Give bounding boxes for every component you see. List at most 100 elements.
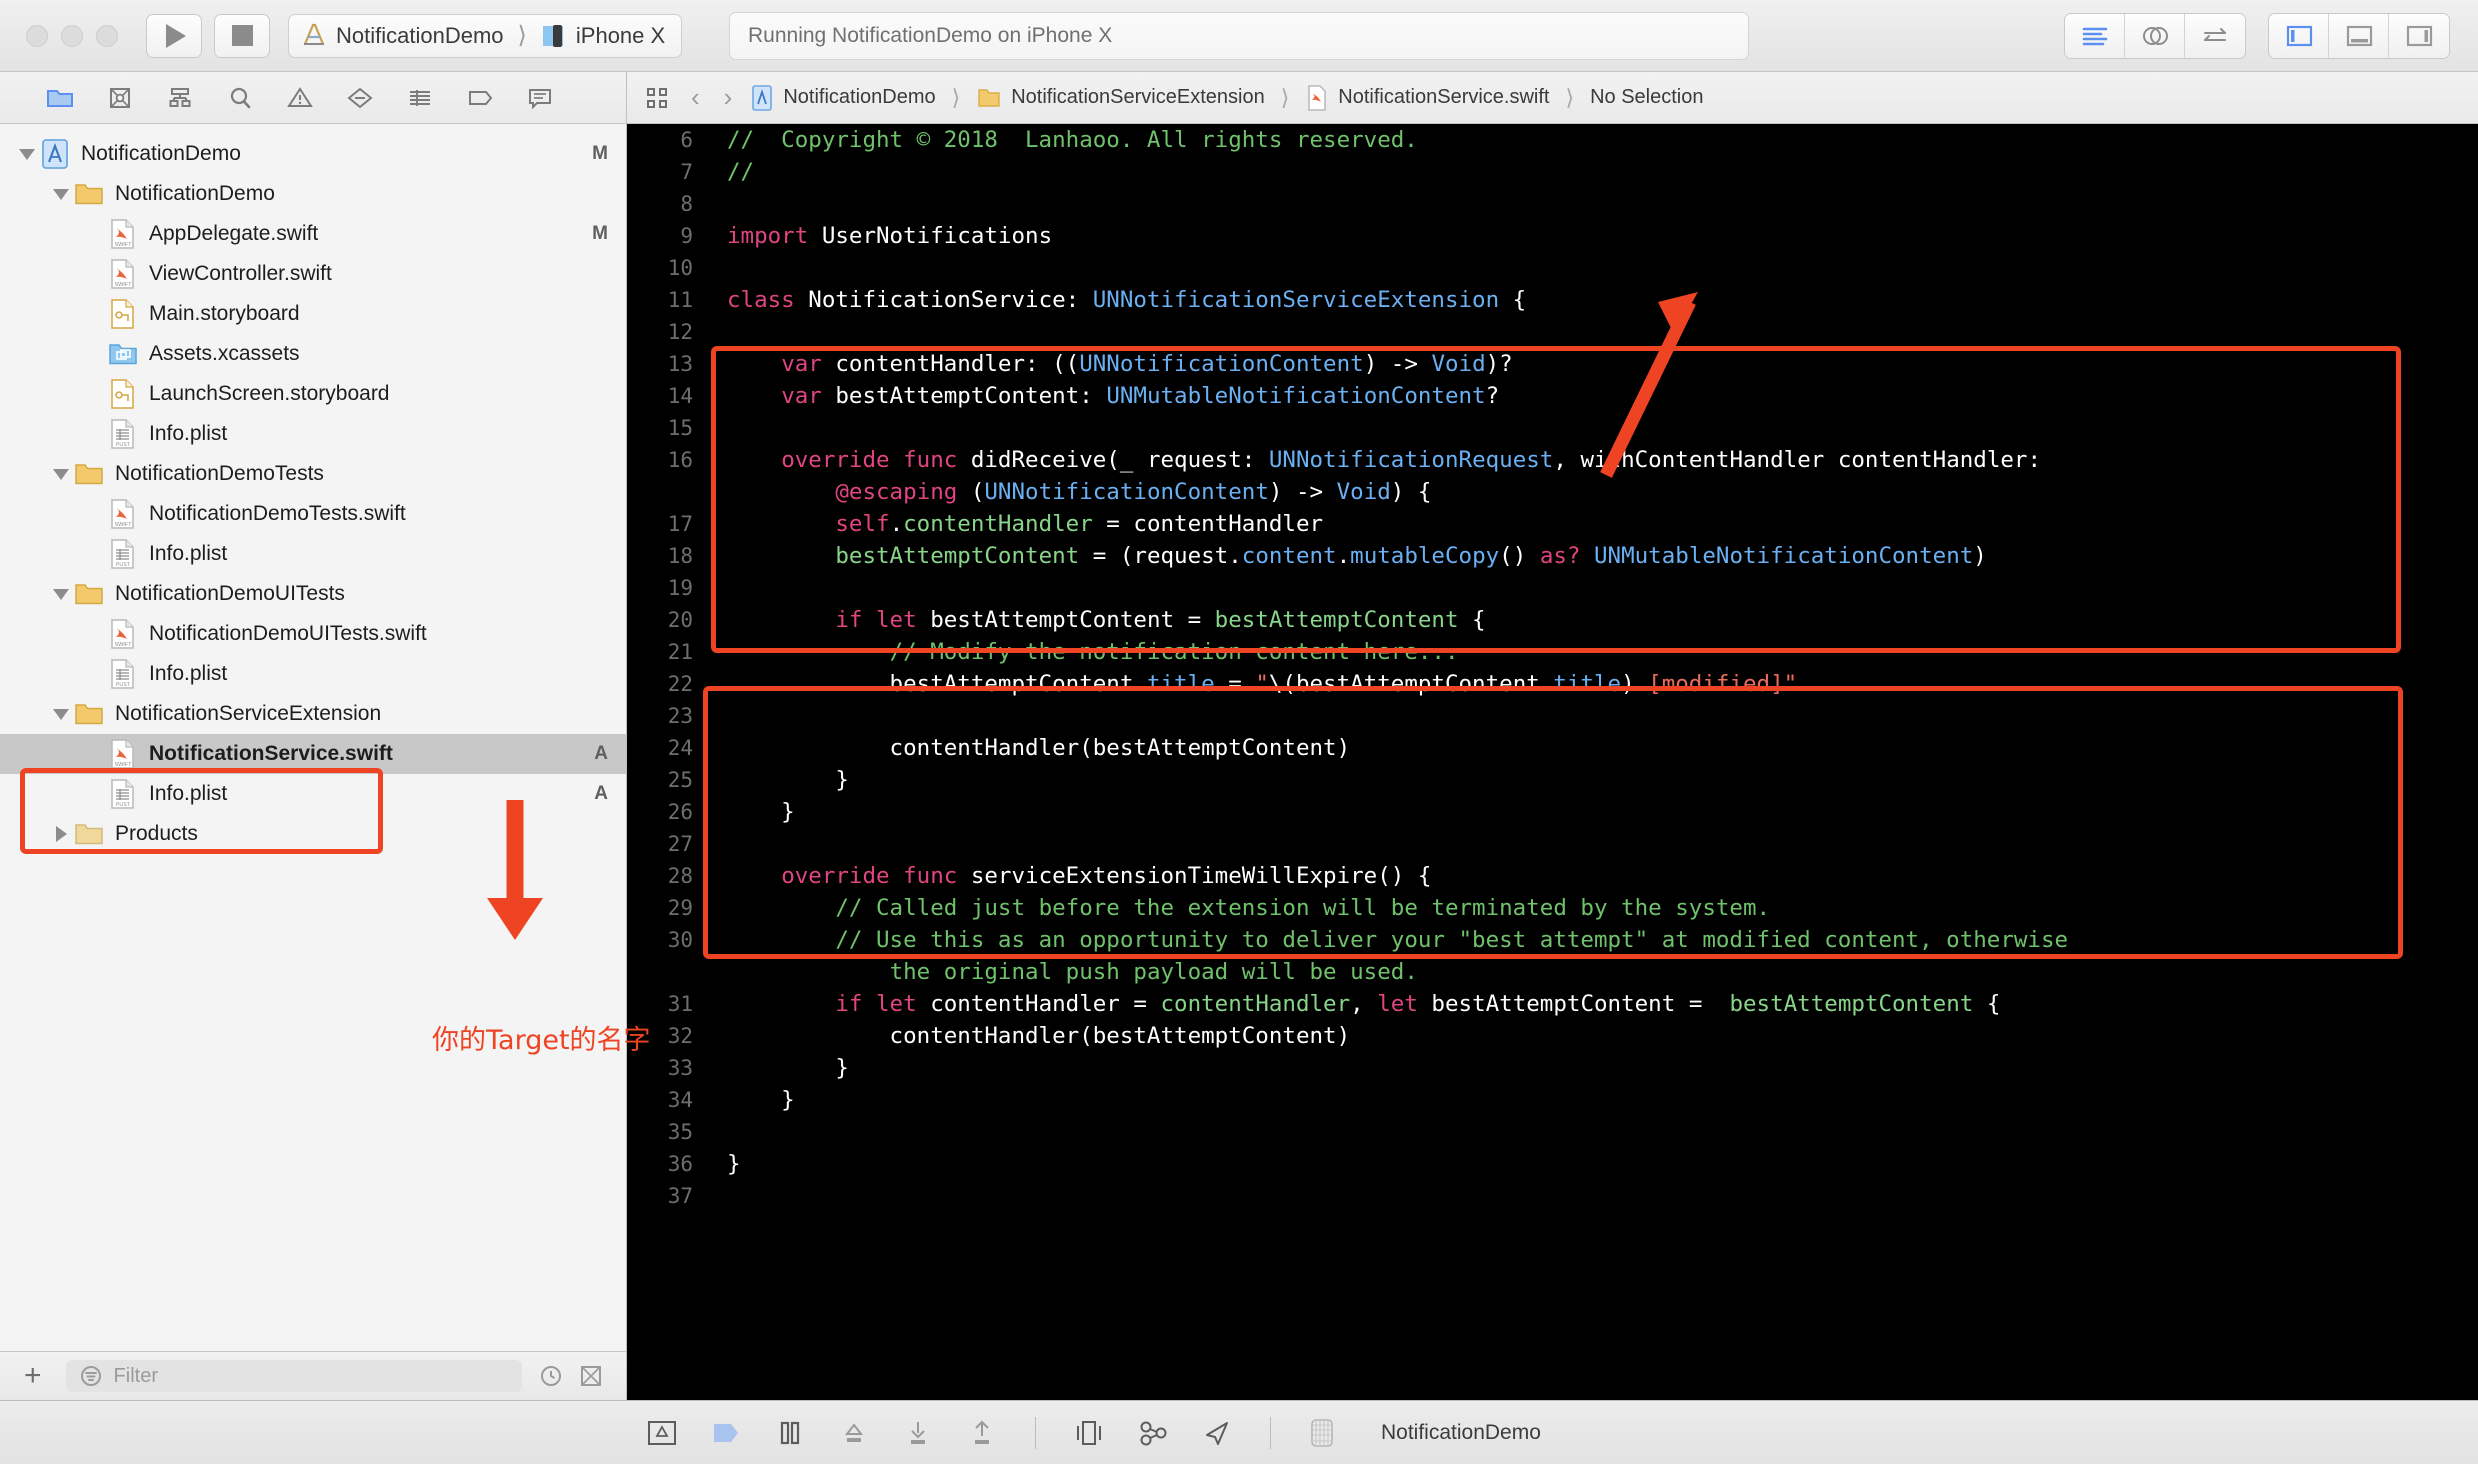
editor-panel: ‹ › NotificationDemo ⟩ NotificationServi…: [627, 72, 2478, 1400]
disclosure-triangle-closed[interactable]: [48, 826, 74, 842]
code-line-text[interactable]: import UserNotifications: [715, 223, 1052, 249]
svg-text:SWIFT: SWIFT: [114, 522, 132, 528]
continue-icon[interactable]: [709, 1418, 743, 1448]
hide-debug-area-icon[interactable]: [645, 1418, 679, 1448]
view-hierarchy-icon[interactable]: [1072, 1418, 1106, 1448]
step-into-icon[interactable]: [901, 1418, 935, 1448]
source-code-editor[interactable]: 6 // Copyright © 2018 Lanhaoo. All rights…: [627, 124, 2478, 1400]
code-line-text[interactable]: @escaping (UNNotificationContent) -> Voi…: [715, 479, 1431, 505]
code-token: //: [727, 159, 755, 185]
code-line-text[interactable]: }: [715, 1087, 795, 1113]
code-line-text[interactable]: the original push payload will be used.: [715, 959, 1418, 985]
line-number: 30: [667, 928, 693, 952]
tree-row[interactable]: Products: [0, 814, 626, 854]
step-out-icon[interactable]: [965, 1418, 999, 1448]
code-line: 27: [627, 828, 2478, 860]
symbol-navigator-tab[interactable]: [150, 76, 210, 120]
code-line-text[interactable]: }: [715, 799, 795, 825]
navigate-back-button[interactable]: ‹: [685, 82, 706, 113]
tree-row[interactable]: SWIFT NotificationDemoTests.swift: [0, 494, 626, 534]
scheme-destination[interactable]: iPhone X: [541, 22, 665, 50]
code-line-text[interactable]: bestAttemptContent.title = "\(bestAttemp…: [715, 671, 1798, 697]
add-file-button[interactable]: +: [16, 1361, 50, 1391]
code-line-text[interactable]: if let bestAttemptContent = bestAttemptC…: [715, 607, 1485, 633]
tree-row[interactable]: NotificationDemo: [0, 174, 626, 214]
test-navigator-tab[interactable]: [330, 76, 390, 120]
related-items-icon[interactable]: [643, 84, 673, 112]
code-line-text[interactable]: }: [715, 1151, 741, 1177]
tree-row[interactable]: Assets.xcassets: [0, 334, 626, 374]
code-line-text[interactable]: override func didReceive(_ request: UNNo…: [715, 447, 2041, 473]
code-line-text[interactable]: // Modify the notification content here.…: [715, 639, 1459, 665]
version-editor-button[interactable]: [2185, 13, 2245, 58]
tree-row[interactable]: SWIFT NotificationService.swift A: [0, 734, 626, 774]
project-navigator-tab[interactable]: [30, 76, 90, 120]
tree-row[interactable]: NotificationDemoTests: [0, 454, 626, 494]
standard-editor-button[interactable]: [2065, 13, 2125, 58]
code-line-text[interactable]: var bestAttemptContent: UNMutableNotific…: [715, 383, 1499, 409]
code-line-text[interactable]: // Use this as an opportunity to deliver…: [715, 927, 2068, 953]
tree-row[interactable]: Main.storyboard: [0, 294, 626, 334]
tree-row[interactable]: SWIFT NotificationDemoUITests.swift: [0, 614, 626, 654]
source-control-navigator-tab[interactable]: [90, 76, 150, 120]
code-line-text[interactable]: contentHandler(bestAttemptContent): [715, 1023, 1351, 1049]
code-line-text[interactable]: }: [715, 767, 849, 793]
breadcrumb-item-file[interactable]: NotificationService.swift: [1305, 84, 1549, 112]
breadcrumb-item-group[interactable]: NotificationServiceExtension: [976, 84, 1265, 112]
code-line-text[interactable]: // Called just before the extension will…: [715, 895, 1770, 921]
disclosure-triangle-open[interactable]: [48, 468, 74, 480]
minimize-button[interactable]: [61, 24, 83, 47]
tree-row[interactable]: NotificationServiceExtension: [0, 694, 626, 734]
scheme-selector[interactable]: NotificationDemo ⟩ iPhone X: [288, 13, 683, 58]
breadcrumb-item-selection[interactable]: No Selection: [1590, 86, 1703, 109]
simulate-location-icon[interactable]: [1200, 1418, 1234, 1448]
code-line-text[interactable]: override func serviceExtensionTimeWillEx…: [715, 863, 1431, 889]
stop-button[interactable]: [214, 13, 270, 58]
recent-icon[interactable]: [538, 1363, 564, 1389]
tree-row[interactable]: PLIST Info.plist: [0, 534, 626, 574]
report-navigator-tab[interactable]: [510, 76, 570, 120]
filter-input[interactable]: Filter: [65, 1360, 522, 1392]
debug-navigator-tab[interactable]: [390, 76, 450, 120]
code-line-text[interactable]: }: [715, 1055, 849, 1081]
run-button[interactable]: [146, 13, 202, 58]
find-navigator-tab[interactable]: [210, 76, 270, 120]
tree-row[interactable]: NotificationDemoUITests: [0, 574, 626, 614]
debug-area-toggle-button[interactable]: [2329, 13, 2389, 58]
assistant-editor-button[interactable]: [2125, 13, 2185, 58]
zoom-button[interactable]: [96, 24, 118, 47]
step-over-icon[interactable]: [837, 1418, 871, 1448]
tree-row[interactable]: PLIST Info.plist A: [0, 774, 626, 814]
breadcrumb-item-project[interactable]: NotificationDemo: [750, 84, 936, 112]
tree-row[interactable]: SWIFT ViewController.swift: [0, 254, 626, 294]
tree-row[interactable]: NotificationDemo M: [0, 134, 626, 174]
tree-row[interactable]: SWIFT AppDelegate.swift M: [0, 214, 626, 254]
breakpoint-navigator-tab[interactable]: [450, 76, 510, 120]
code-line-text[interactable]: //: [715, 159, 754, 185]
issue-navigator-tab[interactable]: [270, 76, 330, 120]
tree-row[interactable]: PLIST Info.plist: [0, 654, 626, 694]
tree-row[interactable]: PLIST Info.plist: [0, 414, 626, 454]
close-button[interactable]: [26, 24, 48, 47]
source-control-filter-icon[interactable]: [578, 1363, 604, 1389]
disclosure-triangle-open[interactable]: [48, 588, 74, 600]
code-line-text[interactable]: contentHandler(bestAttemptContent): [715, 735, 1351, 761]
pause-icon[interactable]: [773, 1418, 807, 1448]
code-line-text[interactable]: var contentHandler: ((UNNotificationCont…: [715, 351, 1513, 377]
tree-row[interactable]: LaunchScreen.storyboard: [0, 374, 626, 414]
project-file-tree[interactable]: NotificationDemo M NotificationDemo SWIFT Ap…: [0, 124, 626, 1351]
navigate-forward-button[interactable]: ›: [718, 82, 739, 113]
code-line-text[interactable]: // Copyright © 2018 Lanhaoo. All rights …: [715, 127, 1418, 153]
disclosure-triangle-open[interactable]: [14, 148, 40, 160]
scheme-project[interactable]: NotificationDemo: [301, 22, 504, 50]
code-line-text[interactable]: bestAttemptContent = (request.content.mu…: [715, 543, 1986, 569]
code-line-text[interactable]: if let contentHandler = contentHandler, …: [715, 991, 2000, 1017]
utilities-toggle-button[interactable]: [2389, 13, 2449, 58]
code-line-text[interactable]: self.contentHandler = contentHandler: [715, 511, 1323, 537]
memory-graph-icon[interactable]: [1136, 1418, 1170, 1448]
disclosure-triangle-open[interactable]: [48, 708, 74, 720]
disclosure-triangle-open[interactable]: [48, 188, 74, 200]
navigator-toggle-button[interactable]: [2269, 13, 2329, 58]
navigator-filter-bar: + Filter: [0, 1351, 626, 1400]
code-line-text[interactable]: class NotificationService: UNNotificatio…: [715, 287, 1526, 313]
